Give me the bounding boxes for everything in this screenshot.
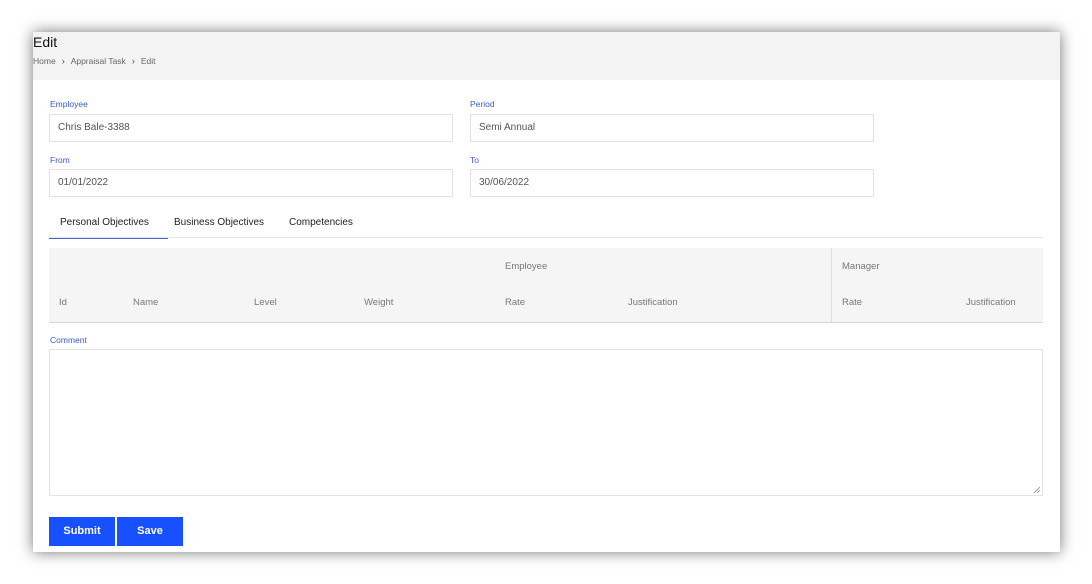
tab-personal-objectives[interactable]: Personal Objectives (49, 217, 168, 239)
period-label: Period (470, 99, 495, 109)
tab-business-objectives[interactable]: Business Objectives (174, 217, 264, 228)
tab-competencies[interactable]: Competencies (289, 217, 353, 228)
comment-textarea[interactable] (49, 349, 1043, 496)
employee-group-header: Employee (505, 261, 548, 272)
breadcrumb-home[interactable]: Home (33, 56, 56, 66)
from-date-field[interactable]: 01/01/2022 (49, 169, 453, 197)
page-header: Edit Home › Appraisal Task › Edit (33, 32, 1060, 80)
to-label: To (470, 155, 479, 165)
column-header-employee-rate[interactable]: Rate (505, 297, 525, 308)
breadcrumb: Home › Appraisal Task › Edit (33, 56, 155, 66)
objectives-tabs: Personal Objectives Business Objectives … (49, 208, 1043, 239)
column-header-manager-justification[interactable]: Justification (966, 297, 1016, 308)
chevron-right-icon: › (131, 56, 135, 66)
save-button[interactable]: Save (117, 517, 183, 546)
objectives-table-header: Employee Manager Id Name Level Weight Ra… (49, 248, 1043, 323)
employee-field[interactable]: Chris Bale-3388 (49, 114, 453, 142)
resize-handle-icon[interactable] (1033, 486, 1041, 494)
submit-button[interactable]: Submit (49, 517, 115, 546)
column-header-level[interactable]: Level (254, 297, 277, 308)
breadcrumb-appraisal-task[interactable]: Appraisal Task (71, 56, 126, 66)
comment-label: Comment (50, 335, 87, 345)
period-field[interactable]: Semi Annual (470, 114, 874, 142)
column-header-name[interactable]: Name (133, 297, 158, 308)
from-label: From (50, 155, 70, 165)
to-date-field[interactable]: 30/06/2022 (470, 169, 874, 197)
column-header-employee-justification[interactable]: Justification (628, 297, 678, 308)
page-title: Edit (33, 34, 58, 50)
manager-group-header: Manager (842, 261, 880, 272)
column-header-manager-rate[interactable]: Rate (842, 297, 862, 308)
column-header-id[interactable]: Id (59, 297, 67, 308)
edit-card: Edit Home › Appraisal Task › Edit Employ… (33, 32, 1060, 552)
column-group-divider (831, 248, 832, 322)
column-header-weight[interactable]: Weight (364, 297, 393, 308)
chevron-right-icon: › (61, 56, 65, 66)
employee-label: Employee (50, 99, 88, 109)
breadcrumb-edit: Edit (140, 56, 156, 66)
